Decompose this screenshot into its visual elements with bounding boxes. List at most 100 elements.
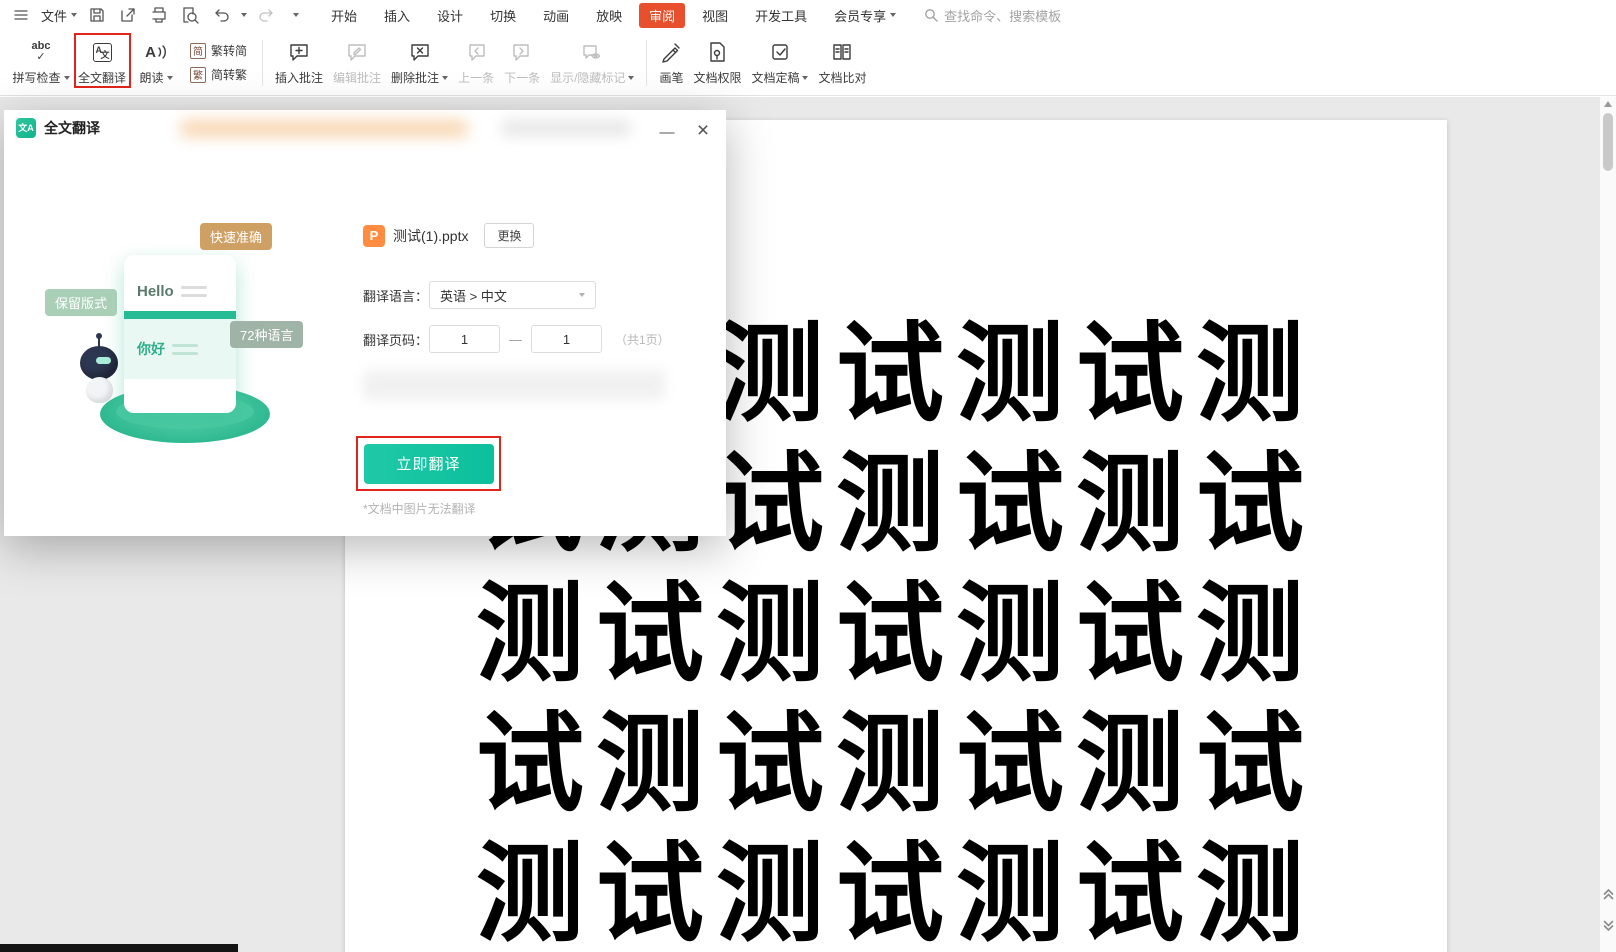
tab-insert[interactable]: 插入	[374, 3, 420, 28]
chevron-down-icon	[71, 13, 78, 17]
tab-view[interactable]: 视图	[692, 3, 738, 28]
ribbon-separator	[646, 39, 648, 86]
file-row: P 测试(1).pptx 更换	[363, 223, 535, 248]
chevron-down-icon	[166, 75, 173, 80]
doc-compare-icon	[831, 39, 853, 65]
pages-label: 翻译页码：	[363, 332, 429, 348]
tab-home[interactable]: 开始	[321, 3, 367, 28]
dialog-title: 全文翻译	[44, 120, 100, 136]
doc-permission-button[interactable]: 文档权限	[688, 33, 746, 93]
badge-keep-layout: 保留版式	[45, 289, 118, 316]
undo-dropdown-icon[interactable]	[241, 13, 248, 17]
trad-to-simp-icon: 简	[190, 42, 206, 59]
page-range-dash: —	[509, 331, 522, 347]
sample-source-text: Hello	[137, 282, 174, 300]
scan-bar-decoration	[124, 311, 236, 319]
edit-comment-icon	[346, 39, 368, 65]
doc-finalize-button[interactable]: 文档定稿	[746, 33, 813, 93]
scrollbar-thumb[interactable]	[1603, 113, 1613, 171]
file-menu-label: 文件	[41, 8, 68, 24]
edit-comment-button: 编辑批注	[328, 33, 386, 93]
print-icon[interactable]	[148, 4, 170, 26]
robot-body	[86, 377, 113, 403]
print-preview-icon[interactable]	[179, 4, 201, 26]
translate-now-button[interactable]: 立即翻译	[363, 443, 494, 484]
translate-illustration: Hello 你好 快速准确 保留版式 72种语言	[24, 200, 354, 480]
vertical-scrollbar[interactable]	[1599, 97, 1616, 952]
full-translate-dialog: 文A 全文翻译 — × Hello 你好 快速准确 保留版式 72种语言 P 测…	[4, 110, 726, 536]
ribbon-review: abc✓ 拼写检查 A文 全文翻译 A 朗读 简 繁转简 繁 简转繁 插入批注	[0, 30, 1616, 96]
badge-72-languages: 72种语言	[230, 321, 304, 348]
close-icon[interactable]: ×	[688, 118, 718, 144]
export-icon[interactable]	[117, 4, 139, 26]
text-lines-decoration	[180, 285, 207, 297]
tab-devtools[interactable]: 开发工具	[745, 3, 817, 28]
chevron-down-icon	[442, 75, 449, 80]
delete-comment-icon	[409, 39, 431, 65]
hamburger-menu-icon[interactable]	[10, 4, 32, 26]
next-slide-button[interactable]	[1600, 914, 1616, 938]
illustration-paper: Hello 你好	[124, 255, 236, 413]
ribbon-tabs: 开始 插入 设计 切换 动画 放映 审阅 视图 开发工具 会员专享	[321, 2, 906, 28]
file-menu[interactable]: 文件	[41, 6, 78, 25]
chevron-down-icon	[579, 293, 585, 297]
dialog-titlebar[interactable]: 文A 全文翻译	[4, 110, 726, 146]
insert-comment-button[interactable]: 插入批注	[270, 33, 328, 93]
tab-slideshow[interactable]: 放映	[586, 3, 632, 28]
tab-animation[interactable]: 动画	[533, 3, 579, 28]
doc-compare-button[interactable]: 文档比对	[813, 33, 871, 93]
trad-to-simp-button[interactable]: 简 繁转简	[190, 42, 247, 59]
command-search[interactable]: 查找命令、搜索模板	[924, 6, 1061, 25]
previous-slide-button[interactable]	[1600, 882, 1616, 906]
paper-foot	[124, 379, 236, 413]
tab-review[interactable]: 审阅	[639, 2, 686, 28]
minimize-button[interactable]: —	[652, 120, 682, 144]
slide-text-line: 测试测试测试测	[475, 572, 1316, 697]
delete-comment-button[interactable]: 删除批注	[386, 33, 453, 93]
read-aloud-button[interactable]: A 朗读	[130, 33, 182, 93]
pen-icon	[660, 39, 682, 65]
ribbon-separator	[262, 39, 264, 86]
redo-icon[interactable]	[256, 4, 278, 26]
sample-target-text: 你好	[137, 341, 165, 357]
search-placeholder: 查找命令、搜索模板	[944, 8, 1062, 24]
language-select[interactable]: 英语 > 中文	[429, 281, 596, 309]
next-comment-button: 下一条	[499, 33, 545, 93]
tab-membership[interactable]: 会员专享	[824, 3, 906, 28]
taskbar-edge	[0, 944, 238, 952]
save-icon[interactable]	[86, 4, 108, 26]
full-translate-button[interactable]: A文 全文翻译	[74, 33, 130, 93]
prev-comment-button: 上一条	[453, 33, 499, 93]
show-hide-marks-icon	[581, 39, 603, 65]
translate-icon: A文	[92, 42, 112, 62]
chevron-down-icon	[890, 13, 897, 17]
tab-transition[interactable]: 切换	[480, 3, 526, 28]
quick-access-more-icon[interactable]	[293, 13, 300, 17]
search-icon	[925, 9, 938, 22]
insert-comment-icon	[288, 39, 310, 65]
page-from-input[interactable]	[429, 325, 500, 353]
language-label: 翻译语言：	[363, 288, 429, 304]
pen-button[interactable]: 画笔	[654, 33, 688, 93]
change-file-button[interactable]: 更换	[484, 223, 535, 248]
page-total: （共1页）	[615, 332, 670, 347]
pptx-file-icon: P	[363, 224, 385, 247]
badge-fast-accurate: 快速准确	[200, 223, 273, 250]
page-to-input[interactable]	[531, 325, 602, 353]
spell-check-button[interactable]: abc ✓ 拼写检查	[8, 33, 74, 93]
menubar: 文件 开始 插入 设计 切换 动画 放映 审阅 视图 开发工具 会员专享 查找命…	[0, 0, 1616, 30]
translate-dialog-icon: 文A	[16, 118, 36, 138]
simp-to-trad-button[interactable]: 繁 简转繁	[190, 66, 247, 83]
chevron-down-icon	[628, 75, 635, 80]
chevron-down-icon	[802, 75, 809, 80]
scroll-up-icon[interactable]	[1604, 101, 1612, 107]
pages-row: 翻译页码： — （共1页）	[363, 325, 670, 353]
tab-design[interactable]: 设计	[427, 3, 473, 28]
tab-membership-label: 会员专享	[834, 8, 887, 24]
undo-icon[interactable]	[210, 4, 232, 26]
next-comment-icon	[511, 39, 533, 65]
doc-permission-icon	[706, 39, 728, 65]
robot-icon	[80, 346, 118, 380]
chevron-down-icon	[63, 75, 70, 80]
language-value: 英语 > 中文	[440, 288, 507, 304]
